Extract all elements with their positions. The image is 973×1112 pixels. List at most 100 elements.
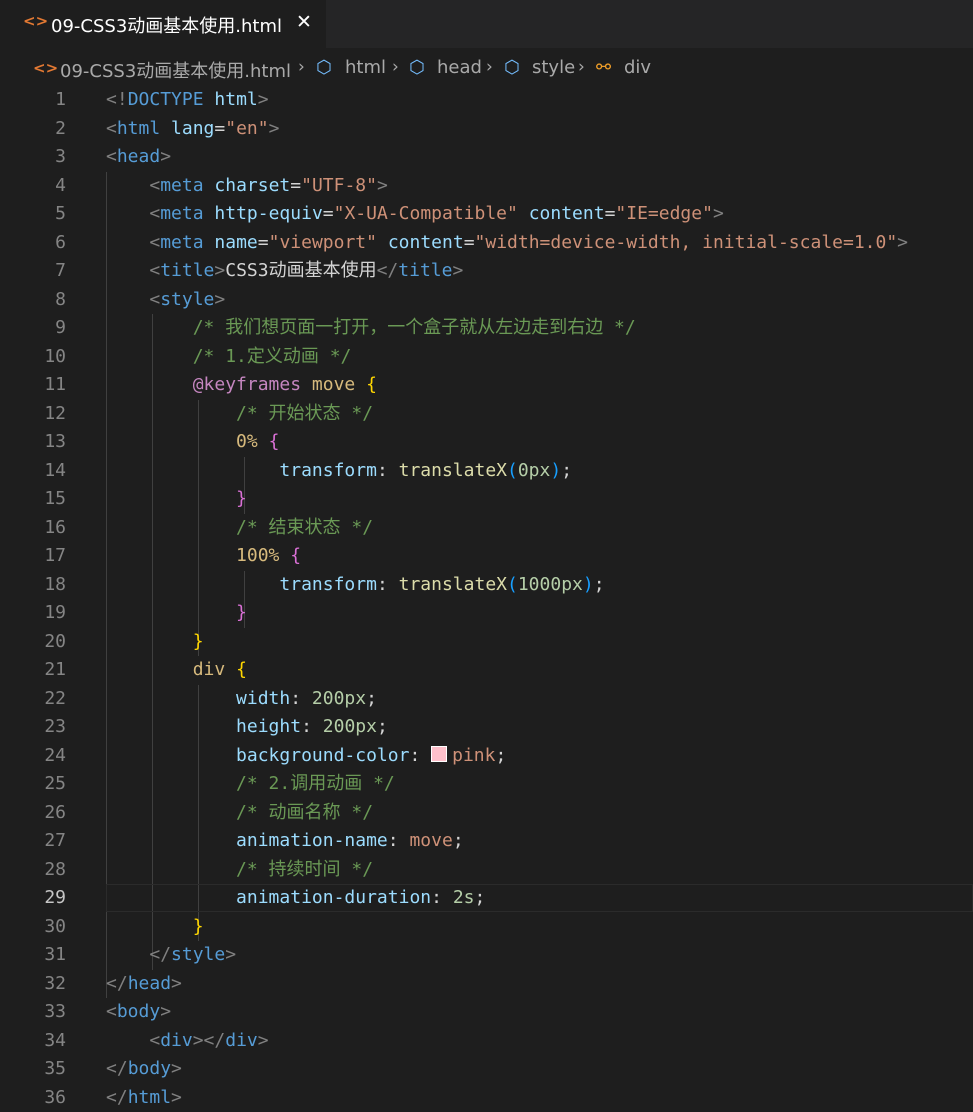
code-token: title: [160, 260, 215, 281]
code-line[interactable]: 25 /* 2.调用动画 */: [0, 770, 973, 798]
code-token: <: [149, 203, 161, 224]
line-number: 13: [44, 431, 66, 452]
breadcrumb-head[interactable]: head: [437, 57, 482, 78]
code-token: <: [106, 146, 117, 167]
code-token: >: [214, 260, 226, 281]
code-text: <div></div>: [106, 1027, 268, 1055]
code-editor[interactable]: 1 <!DOCTYPE html> 2 <html lang="en"> 3 <head>…: [0, 86, 973, 1111]
code-text: /* 结束状态 */: [106, 514, 373, 542]
code-text: </html>: [106, 1084, 182, 1112]
close-icon[interactable]: ✕: [296, 11, 312, 33]
code-line[interactable]: 11 @keyframes move {: [0, 371, 973, 399]
code-line[interactable]: 32 </head>: [0, 970, 973, 998]
line-number: 36: [44, 1086, 66, 1108]
code-line[interactable]: 3 <head>: [0, 143, 973, 171]
code-line[interactable]: 9 /* 我们想页面一打开，一个盒子就从左边走到右边 */: [0, 314, 973, 342]
line-number: 15: [44, 488, 66, 509]
editor-tab[interactable]: <> 09-CSS3动画基本使用.html ✕: [0, 0, 326, 48]
code-text: <html lang="en">: [106, 115, 279, 143]
code-line[interactable]: 15 }: [0, 485, 973, 513]
code-line[interactable]: 16 /* 结束状态 */: [0, 514, 973, 542]
breadcrumb-file[interactable]: 09-CSS3动画基本使用.html: [60, 57, 291, 83]
code-line[interactable]: 4 <meta charset="UTF-8">: [0, 172, 973, 200]
code-line[interactable]: 20 }: [0, 628, 973, 656]
code-text: <!DOCTYPE html>: [106, 86, 269, 114]
code-token: width: [236, 687, 291, 709]
code-line[interactable]: 1 <!DOCTYPE html>: [0, 86, 973, 114]
code-token: DOCTYPE: [127, 89, 204, 110]
code-text: <body>: [106, 998, 171, 1026]
code-token: "viewport": [268, 231, 377, 253]
code-token: :: [290, 687, 312, 709]
code-token: meta: [160, 203, 204, 224]
code-line[interactable]: 19 }: [0, 599, 973, 627]
code-token: body: [127, 1058, 172, 1079]
code-line[interactable]: 26 /* 动画名称 */: [0, 799, 973, 827]
code-line[interactable]: 2 <html lang="en">: [0, 115, 973, 143]
code-token: meta: [160, 231, 204, 253]
line-number: 29: [44, 887, 66, 908]
code-token: =: [604, 203, 616, 224]
code-line[interactable]: 30 }: [0, 913, 973, 941]
code-line[interactable]: 5 <meta http-equiv="X-UA-Compatible" con…: [0, 200, 973, 228]
line-number: 11: [44, 374, 66, 395]
code-line[interactable]: 18 transform: translateX(1000px);: [0, 571, 973, 599]
code-line[interactable]: 10 /* 1.定义动画 */: [0, 343, 973, 371]
code-line[interactable]: 36 </html>: [0, 1084, 973, 1112]
code-text: /* 1.定义动画 */: [106, 343, 352, 371]
code-token: pink: [452, 744, 496, 766]
code-text: <title>CSS3动画基本使用</title>: [106, 257, 463, 285]
code-token: }: [236, 488, 247, 509]
code-line[interactable]: 34 <div></div>: [0, 1027, 973, 1055]
code-token: move: [311, 374, 356, 395]
breadcrumb-style[interactable]: style: [532, 57, 575, 78]
code-line[interactable]: 8 <style>: [0, 286, 973, 314]
code-line[interactable]: 31 </style>: [0, 941, 973, 969]
code-token: :: [376, 573, 399, 595]
code-token: /* 持续时间 */: [236, 858, 374, 880]
code-line[interactable]: 6 <meta name="viewport" content="width=d…: [0, 229, 973, 257]
code-line[interactable]: 13 0% {: [0, 428, 973, 456]
html-file-icon: <>: [33, 59, 59, 77]
code-token: >: [171, 972, 182, 994]
code-line[interactable]: 21 div {: [0, 656, 973, 684]
code-line[interactable]: 28 /* 持续时间 */: [0, 856, 973, 884]
code-token: div: [225, 1029, 258, 1051]
code-line[interactable]: 12 /* 开始状态 */: [0, 400, 973, 428]
code-token: body: [116, 1001, 161, 1022]
breadcrumb-div[interactable]: div: [624, 57, 651, 78]
color-swatch[interactable]: [431, 745, 448, 762]
code-line[interactable]: 24 background-color: pink;: [0, 742, 973, 770]
code-line[interactable]: 14 transform: translateX(0px);: [0, 457, 973, 485]
code-line[interactable]: 17 100% {: [0, 542, 973, 570]
code-text: </head>: [106, 970, 182, 998]
code-token: >: [160, 146, 172, 167]
code-token: 1000px: [517, 573, 583, 595]
code-text: <meta name="viewport" content="width=dev…: [106, 229, 908, 257]
breadcrumb-html[interactable]: html: [345, 57, 386, 78]
code-text: transform: translateX(0px);: [106, 457, 572, 485]
line-number: 8: [55, 288, 66, 310]
code-line[interactable]: 29 animation-duration: 2s;: [0, 884, 973, 912]
line-number: 25: [44, 773, 66, 794]
code-line[interactable]: 23 height: 200px;: [0, 713, 973, 741]
code-line[interactable]: 35 </body>: [0, 1055, 973, 1083]
code-line[interactable]: 33 <body>: [0, 998, 973, 1026]
code-line[interactable]: 7 <title>CSS3动画基本使用</title>: [0, 257, 973, 285]
code-token: 2s: [452, 887, 475, 908]
code-line[interactable]: 22 width: 200px;: [0, 685, 973, 713]
code-line[interactable]: 27 animation-name: move;: [0, 827, 973, 855]
